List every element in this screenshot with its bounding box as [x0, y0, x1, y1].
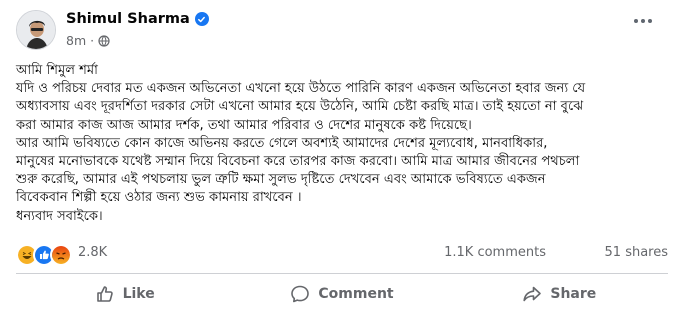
post-line: অধ্যাবসায় এবং দূরদর্শিতা দরকার সেটা এখন…	[16, 99, 584, 115]
divider	[16, 273, 668, 274]
comment-icon	[291, 285, 310, 303]
comment-button[interactable]: Comment	[233, 276, 450, 312]
post-line: বিবেকবান শিল্পী হয়ে ওঠার জন্য শুভ কামনা…	[16, 190, 302, 206]
more-options-icon[interactable]	[634, 14, 658, 28]
reaction-count[interactable]: 2.8K	[78, 245, 107, 260]
like-button[interactable]: Like	[16, 276, 233, 312]
author-name[interactable]: Shimul Sharma	[66, 11, 190, 27]
post-line: আর আমি ভবিষ্যতে কোন কাজে অভিনয় করতে গেল…	[16, 135, 548, 151]
angry-reaction-icon	[50, 244, 72, 266]
post-line: আমি শিমুল শর্মা	[16, 63, 98, 78]
post-meta: 8m ·	[66, 33, 110, 48]
post-line: করা আমার কাজ আজ আমার দর্শক, তথা আমার পরি…	[16, 117, 472, 133]
post-text: আমি শিমুল শর্মা যদি ও পরিচয় দেবার মত এক…	[16, 62, 670, 226]
verified-badge-icon	[194, 12, 209, 26]
shares-count[interactable]: 51 shares	[605, 245, 668, 260]
post-line: ধন্যবাদ সবাইকে।	[16, 208, 103, 224]
post-line: মানুষের মনোভাবকে যথেষ্ট সম্মান দিয়ে বিব…	[16, 154, 580, 170]
author-name-row: Shimul Sharma	[66, 11, 209, 27]
share-label: Share	[550, 286, 597, 302]
meta-separator: ·	[90, 33, 95, 48]
reaction-icons[interactable]	[16, 244, 72, 266]
share-button[interactable]: Share	[451, 276, 668, 312]
action-bar: Like Comment Share	[16, 276, 668, 312]
post-line: যদি ও পরিচয় দেবার মত একজন অভিনেতা এখনো …	[16, 81, 586, 97]
comments-count[interactable]: 1.1K comments	[444, 245, 546, 260]
share-arrow-icon	[523, 286, 542, 302]
comment-label: Comment	[318, 286, 394, 302]
author-avatar[interactable]	[16, 10, 56, 50]
like-label: Like	[122, 286, 155, 302]
globe-icon	[98, 34, 110, 47]
post-card: Shimul Sharma 8m · আমি শিমুল শর্মা যদি ও…	[0, 0, 684, 320]
avatar-illustration	[17, 11, 55, 49]
thumbs-up-icon	[96, 286, 113, 302]
post-time[interactable]: 8m	[66, 33, 86, 48]
reactions-row: 2.8K 1.1K comments 51 shares	[16, 244, 668, 266]
post-line: শুরু করেছি, আমার এই পথচলায় ভুল ত্রুটি ক…	[16, 172, 546, 188]
